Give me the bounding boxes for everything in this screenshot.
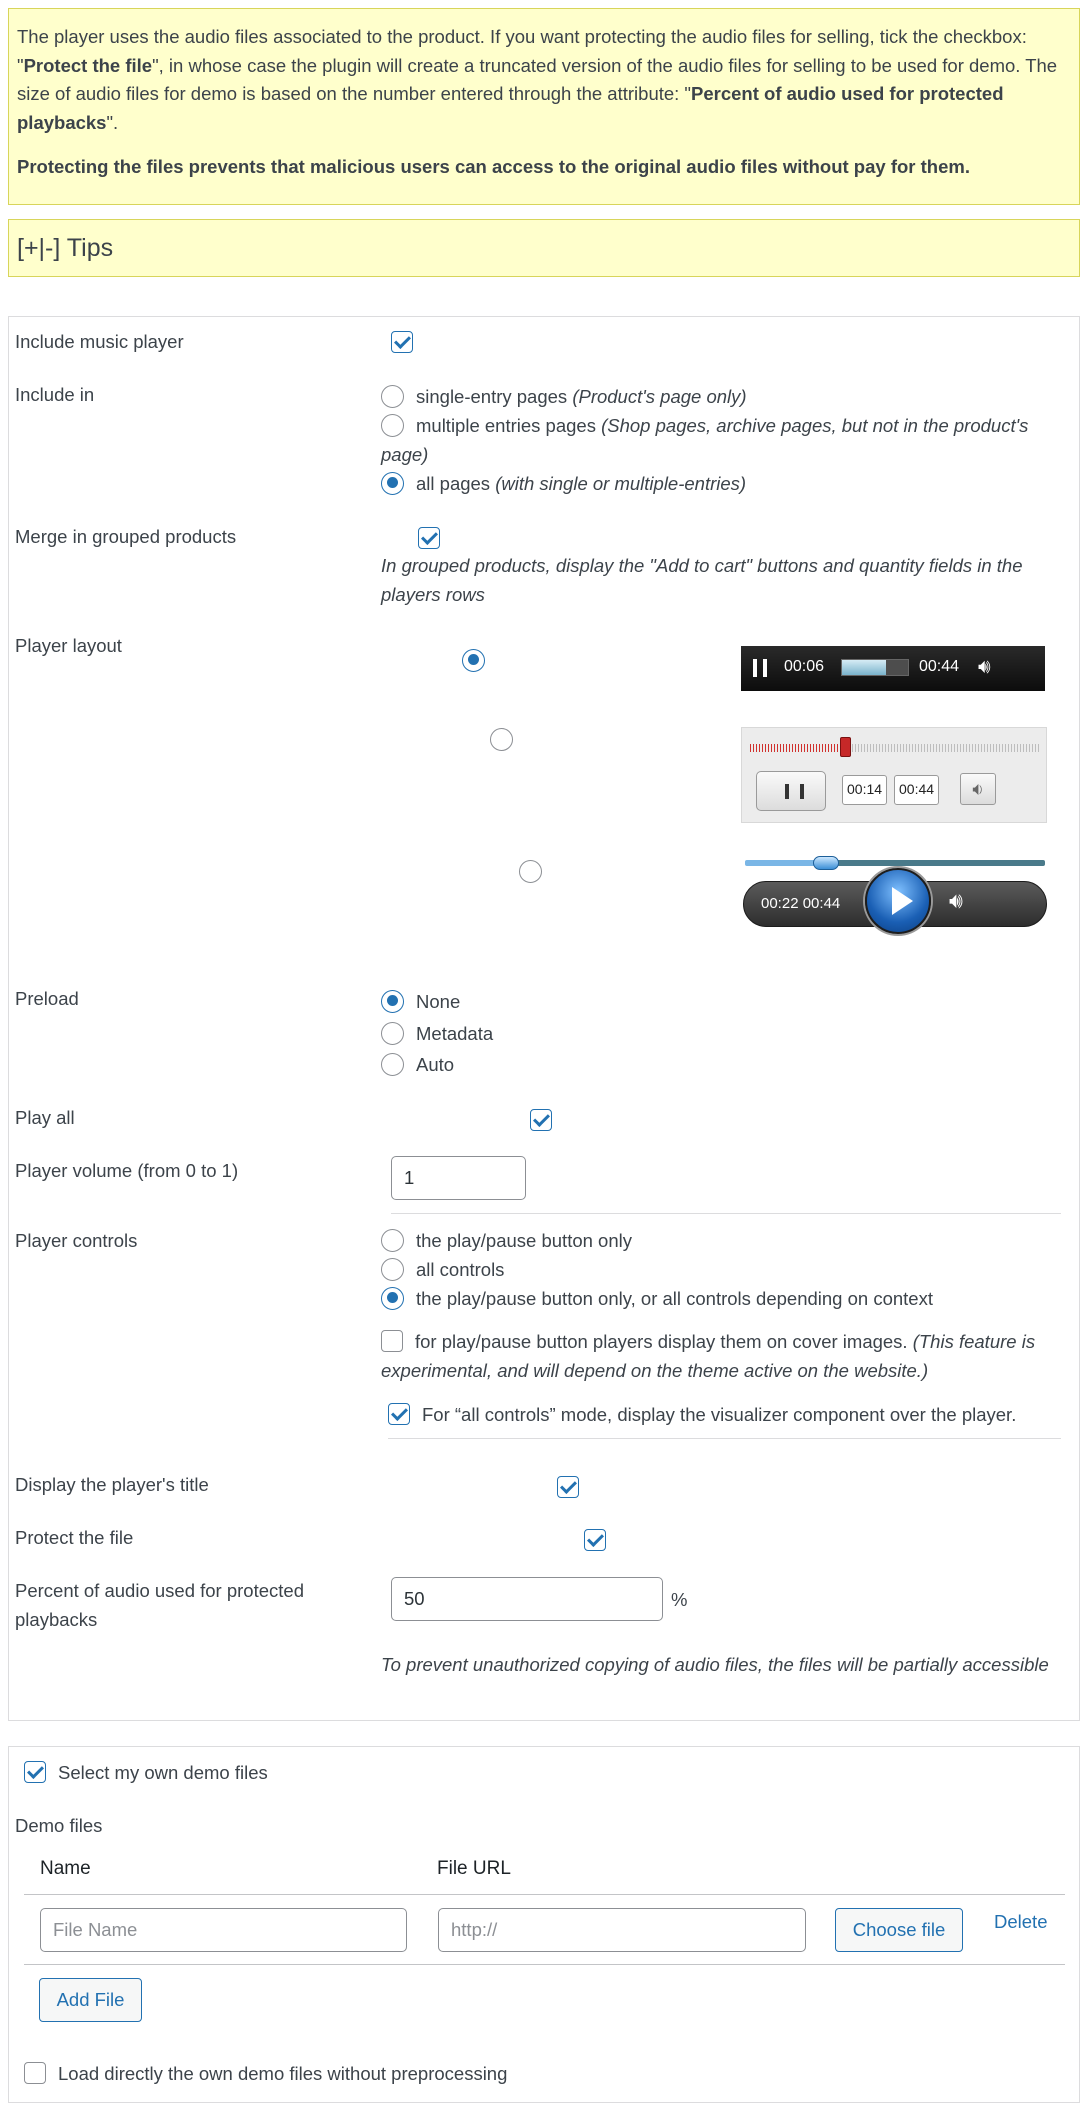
display-title-label: Display the player's title	[15, 1474, 209, 1495]
layout-skin2-radio[interactable]	[490, 727, 514, 751]
file-url-input[interactable]: http://	[438, 1908, 806, 1952]
preload-none-option[interactable]: None	[381, 987, 460, 1016]
skin3-duration: 00:44	[802, 895, 841, 912]
volume-input[interactable]: 1	[391, 1156, 526, 1200]
skin3-preview: 00:22 00:44 🔊︎	[743, 856, 1047, 936]
visualizer-checkbox[interactable]	[388, 1403, 410, 1426]
include-in-multiple-option[interactable]: multiple entries pages (Shop pages, arch…	[381, 411, 1061, 469]
demo-files-label: Demo files	[15, 1815, 103, 1836]
controls-playpause-option[interactable]: the play/pause button only	[381, 1226, 632, 1255]
skin1-duration: 00:44	[919, 658, 960, 675]
volume-icon: 🔉︎	[960, 773, 996, 805]
display-title-checkbox[interactable]	[556, 1476, 579, 1499]
delete-row-link[interactable]: Delete	[994, 1911, 1047, 1933]
include-player-checkbox[interactable]	[391, 331, 413, 354]
include-in-multiple-radio[interactable]	[381, 413, 404, 437]
volume-label: Player volume (from 0 to 1)	[15, 1160, 239, 1181]
controls-divider	[391, 1213, 1061, 1214]
skin1-preview: 00:06 00:44 🔊︎	[741, 646, 1045, 691]
protect-term: Protect the file	[23, 54, 153, 76]
controls-all-radio[interactable]	[381, 1257, 404, 1281]
pause-icon	[756, 771, 826, 811]
percent-input[interactable]: 50	[391, 1577, 663, 1621]
controls-context-radio[interactable]	[381, 1286, 404, 1310]
include-in-label: Include in	[15, 384, 95, 405]
controls-bottom-divider	[388, 1438, 1061, 1439]
add-file-button[interactable]: Add File	[39, 1978, 142, 2022]
pause-icon	[753, 659, 767, 677]
load-directly-checkbox[interactable]	[24, 2062, 46, 2085]
select-own-demo-option[interactable]: Select my own demo files	[24, 1758, 268, 1787]
preload-metadata-option[interactable]: Metadata	[381, 1019, 493, 1048]
preload-metadata-radio[interactable]	[381, 1021, 404, 1045]
skin3-seek-knob	[813, 856, 839, 870]
include-in-all-radio[interactable]	[381, 471, 404, 495]
percent-label: Percent of audio used for protected play…	[15, 1580, 304, 1630]
play-all-checkbox[interactable]	[529, 1109, 552, 1132]
tips-toggle[interactable]: [+|-] Tips	[8, 219, 1080, 277]
volume-icon: 🔊︎	[978, 656, 991, 678]
include-player-label: Include music player	[15, 331, 184, 352]
merge-grouped-hint: In grouped products, display the "Add to…	[381, 555, 1023, 605]
cover-images-checkbox[interactable]	[381, 1330, 403, 1353]
skin1-progress-bar	[841, 659, 909, 676]
include-in-all-option[interactable]: all pages (with single or multiple-entri…	[381, 469, 746, 498]
layout-skin3-radio[interactable]	[518, 859, 542, 883]
skin2-current-time: 00:14	[842, 775, 888, 805]
controls-playpause-radio[interactable]	[381, 1228, 404, 1252]
controls-context-option[interactable]: the play/pause button only, or all contr…	[381, 1284, 933, 1313]
notice-warning: Protecting the files prevents that malic…	[17, 156, 970, 177]
skin2-seek-knob	[839, 737, 851, 757]
preload-auto-radio[interactable]	[381, 1052, 404, 1076]
visualizer-option[interactable]: For “all controls” mode, display the vis…	[388, 1400, 1016, 1429]
load-directly-option[interactable]: Load directly the own demo files without…	[24, 2059, 507, 2088]
player-controls-label: Player controls	[15, 1230, 138, 1251]
play-all-label: Play all	[15, 1107, 75, 1128]
file-name-input[interactable]: File Name	[40, 1908, 407, 1952]
tips-label: [+|-] Tips	[17, 234, 114, 262]
layout-skin1-radio[interactable]	[462, 648, 486, 672]
preload-label: Preload	[15, 988, 79, 1009]
skin1-current-time: 00:06	[784, 658, 825, 675]
volume-icon: 🔊︎	[949, 888, 963, 913]
play-icon	[865, 868, 931, 934]
percent-hint: To prevent unauthorized copying of audio…	[381, 1654, 1049, 1675]
protect-file-checkbox[interactable]	[583, 1529, 606, 1552]
skin2-duration: 00:44	[894, 775, 940, 805]
skin2-preview: 00:14 00:44 🔉︎	[741, 727, 1047, 823]
choose-file-button[interactable]: Choose file	[835, 1908, 963, 1952]
controls-all-option[interactable]: all controls	[381, 1255, 504, 1284]
protect-file-label: Protect the file	[15, 1527, 134, 1548]
name-column-header: Name	[40, 1858, 91, 1879]
skin3-current-time: 00:22	[761, 895, 799, 912]
preload-auto-option[interactable]: Auto	[381, 1050, 454, 1079]
merge-grouped-checkbox[interactable]	[418, 527, 441, 550]
cover-images-option[interactable]: for play/pause button players display th…	[381, 1327, 1061, 1385]
include-in-single-option[interactable]: single-entry pages (Product's page only)	[381, 382, 747, 411]
select-own-demo-checkbox[interactable]	[24, 1761, 46, 1784]
preload-none-radio[interactable]	[381, 989, 404, 1013]
player-layout-label: Player layout	[15, 635, 122, 656]
url-column-header: File URL	[437, 1858, 511, 1879]
include-in-single-radio[interactable]	[381, 384, 404, 408]
notice-description: The player uses the audio files associat…	[17, 26, 1058, 133]
merge-grouped-label: Merge in grouped products	[15, 526, 237, 547]
info-notice: The player uses the audio files associat…	[8, 8, 1080, 205]
percent-unit: %	[671, 1589, 688, 1610]
